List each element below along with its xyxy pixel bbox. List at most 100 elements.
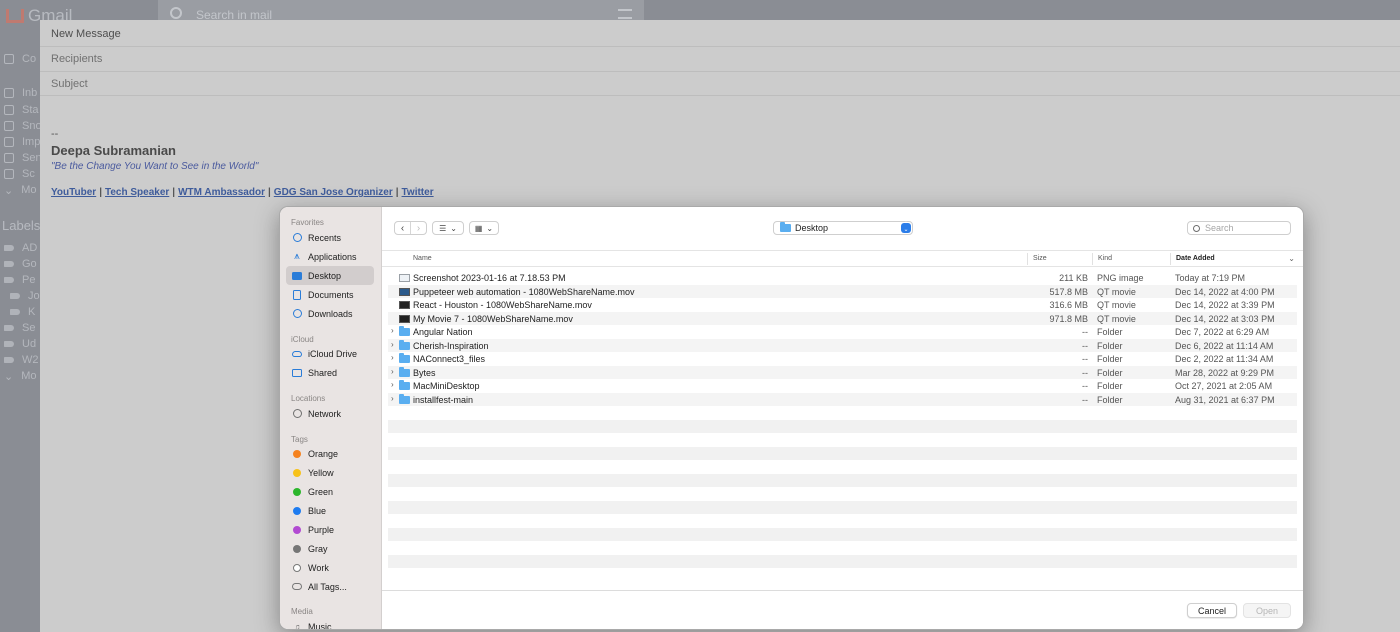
file-kind: Folder [1097, 327, 1123, 337]
sidebar-item-scheduled[interactable]: Sc [4, 167, 35, 181]
link-separator: | [267, 187, 271, 198]
sidebar-item-label: Sc [22, 168, 35, 180]
file-row[interactable]: React - Houston - 1080WebShareName.mov 31… [388, 298, 1297, 312]
label-item[interactable]: Se [4, 321, 35, 335]
sidebar-item-documents[interactable]: Documents [286, 285, 374, 304]
link-wtm-ambassador[interactable]: WTM Ambassador [178, 187, 265, 198]
desktop-icon [292, 271, 302, 281]
cloud-icon [292, 349, 302, 359]
sidebar-item-sent[interactable]: Sen [4, 151, 42, 165]
forward-button[interactable]: › [410, 222, 426, 234]
sidebar-item-icloud-drive[interactable]: iCloud Drive [286, 344, 374, 363]
search-icon[interactable] [170, 7, 182, 19]
sidebar-item-snoozed[interactable]: Sno [4, 119, 42, 133]
cancel-button[interactable]: Cancel [1187, 603, 1237, 618]
file-date-added: Today at 7:19 PM [1175, 273, 1246, 283]
tag-all-tags[interactable]: All Tags... [286, 577, 374, 596]
group-view-button[interactable]: ▦ ⌄ [469, 221, 499, 235]
label-item[interactable]: Pe [4, 273, 35, 287]
search-options-icon[interactable] [618, 9, 632, 19]
disclosure-triangle-icon[interactable]: › [391, 340, 394, 349]
label-item[interactable]: Ud [4, 337, 36, 351]
tag-blue[interactable]: Blue [286, 501, 374, 520]
column-divider[interactable] [1092, 253, 1093, 265]
grid-view-icon: ▦ [474, 223, 483, 233]
signature-links: YouTuber | Tech Speaker | WTM Ambassador | GDG… [51, 187, 434, 198]
file-row[interactable]: › Cherish-Inspiration -- Folder Dec 6, 2022 … [388, 338, 1297, 352]
link-twitter[interactable]: Twitter [402, 187, 434, 198]
file-size: -- [1082, 381, 1088, 391]
open-button[interactable]: Open [1243, 603, 1291, 618]
label-item-text: W2 [22, 354, 39, 366]
file-row[interactable]: › installfest-main -- Folder Aug 31, 2021 at… [388, 392, 1297, 406]
back-button[interactable]: ‹ [395, 222, 410, 234]
dialog-footer: Cancel Open [382, 590, 1303, 629]
sidebar-item-applications[interactable]: ⩚ Applications [286, 247, 374, 266]
link-youtuber[interactable]: YouTuber [51, 187, 96, 198]
sidebar-item-music[interactable]: ♫ Music [286, 617, 374, 630]
location-label: Desktop [795, 223, 829, 233]
label-item[interactable]: Go [4, 257, 37, 271]
sidebar-item-important[interactable]: Imp [4, 135, 40, 149]
label-item[interactable]: AD [4, 241, 37, 255]
tag-label: Orange [308, 448, 339, 459]
tag-yellow[interactable]: Yellow [286, 463, 374, 482]
recipients-field[interactable]: Recipients [51, 53, 102, 65]
sidebar-item-inbox[interactable]: Inb [4, 86, 37, 100]
tag-orange[interactable]: Orange [286, 444, 374, 463]
label-icon [4, 341, 14, 347]
label-item-more[interactable]: ⌄ Mo [4, 369, 37, 383]
sidebar-item-downloads[interactable]: Downloads [286, 304, 374, 323]
compose-title: New Message [51, 28, 121, 40]
label-item[interactable]: W2 [4, 353, 39, 367]
chevron-down-icon: ⌄ [4, 184, 14, 197]
label-icon [4, 277, 14, 283]
disclosure-triangle-icon[interactable]: › [391, 394, 394, 403]
label-item[interactable]: K [10, 305, 35, 319]
green-tag-icon [292, 487, 302, 497]
label-item[interactable]: Jo [10, 289, 40, 303]
file-row[interactable]: › Angular Nation -- Folder Dec 7, 2022 at 6:… [388, 325, 1297, 339]
column-header-date-added[interactable]: Date Added [1176, 255, 1215, 262]
tag-work[interactable]: Work [286, 558, 374, 577]
disclosure-triangle-icon[interactable]: › [391, 353, 394, 362]
location-popup[interactable]: Desktop ⌃ ⌄ [773, 221, 913, 235]
folder-icon [780, 222, 791, 232]
subject-field[interactable]: Subject [51, 78, 88, 90]
column-header-kind[interactable]: Kind [1098, 255, 1112, 262]
purple-tag-icon [292, 525, 302, 535]
file-row[interactable]: My Movie 7 - 1080WebShareName.mov 971.8 M… [388, 311, 1297, 325]
link-gdg-organizer[interactable]: GDG San Jose Organizer [274, 187, 393, 198]
file-row[interactable]: Screenshot 2023-01-16 at 7.18.53 PM 211 K… [388, 271, 1297, 285]
column-header-name[interactable]: Name [413, 255, 432, 262]
column-header-size[interactable]: Size [1033, 255, 1047, 262]
file-row[interactable]: › NAConnect3_files -- Folder Dec 2, 2022 at … [388, 352, 1297, 366]
disclosure-triangle-icon[interactable]: › [391, 326, 394, 335]
dialog-toolbar: ‹ › ☰ ⌄ ▦ ⌄ Desktop ⌃ ⌄ Search [382, 207, 1303, 249]
sidebar-item-recents[interactable]: Recents [286, 228, 374, 247]
tag-purple[interactable]: Purple [286, 520, 374, 539]
search-icon [1193, 224, 1200, 232]
disclosure-triangle-icon[interactable]: › [391, 367, 394, 376]
column-divider[interactable] [1170, 253, 1171, 265]
column-divider[interactable] [1027, 253, 1028, 265]
sidebar-item-desktop[interactable]: Desktop [286, 266, 374, 285]
list-view-button[interactable]: ☰ ⌄ [432, 221, 464, 235]
sidebar-item-network[interactable]: Network [286, 404, 374, 423]
sidebar-item-label: Music [308, 621, 332, 630]
tag-gray[interactable]: Gray [286, 539, 374, 558]
search-field[interactable]: Search [1187, 221, 1291, 235]
icloud-section-title: iCloud [291, 335, 314, 344]
disclosure-triangle-icon[interactable]: › [391, 380, 394, 389]
file-row[interactable]: Puppeteer web automation - 1080WebShareN… [388, 284, 1297, 298]
file-name: My Movie 7 - 1080WebShareName.mov [413, 313, 573, 324]
compose-nav[interactable]: Co [4, 52, 36, 66]
file-kind: Folder [1097, 354, 1123, 364]
link-tech-speaker[interactable]: Tech Speaker [105, 187, 169, 198]
tag-green[interactable]: Green [286, 482, 374, 501]
sidebar-item-more[interactable]: ⌄ Mo [4, 183, 37, 197]
file-row[interactable]: › Bytes -- Folder Mar 28, 2022 at 9:29 PM [388, 365, 1297, 379]
file-row[interactable]: › MacMiniDesktop -- Folder Oct 27, 2021 at 2… [388, 379, 1297, 393]
sidebar-item-starred[interactable]: Sta [4, 103, 39, 117]
sidebar-item-shared[interactable]: Shared [286, 363, 374, 382]
